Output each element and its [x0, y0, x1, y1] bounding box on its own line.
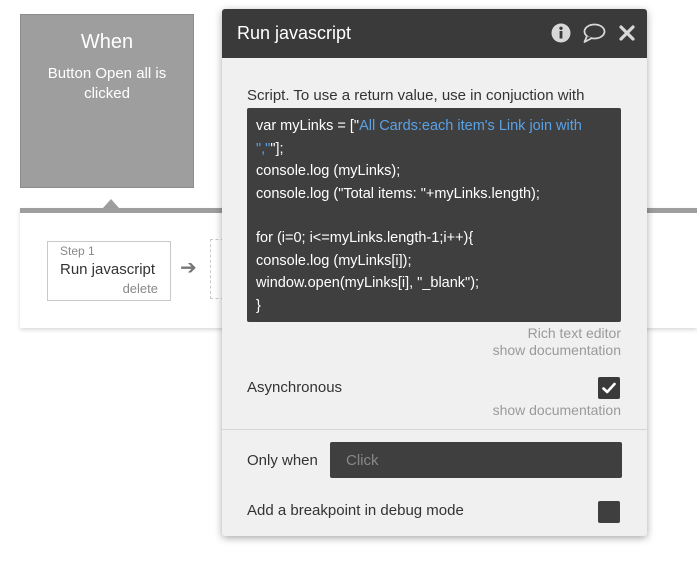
show-documentation-link-async[interactable]: show documentation [493, 402, 621, 418]
event-pointer [103, 199, 119, 208]
code-line-8: } [256, 297, 261, 314]
only-when-label: Only when [247, 452, 318, 469]
step-delete-link[interactable]: delete [123, 281, 158, 296]
asynchronous-label: Asynchronous [247, 379, 343, 396]
code-line-7: window.open(myLinks[i], "_blank"); [256, 275, 480, 291]
comment-icon[interactable] [582, 21, 606, 45]
breakpoint-checkbox[interactable] [598, 501, 620, 523]
close-icon[interactable] [615, 21, 639, 45]
action-editor-popup: Run javascript Script. To use a return v… [222, 9, 647, 536]
code-line-1-suffix: "]; [270, 140, 284, 157]
section-divider [222, 429, 647, 430]
step-name: Run javascript [60, 261, 156, 278]
code-line-6: console.log (myLinks[i]); [256, 252, 412, 269]
asynchronous-checkbox[interactable] [598, 377, 620, 399]
event-description: Button Open all is clicked [47, 65, 167, 102]
rich-text-editor-link[interactable]: Rich text editor [528, 325, 621, 341]
event-title: When [80, 31, 134, 53]
script-editor[interactable]: var myLinks = ["All Cards:each item's Li… [247, 108, 621, 322]
step-number: Step 1 [60, 244, 95, 258]
popup-header: Run javascript [222, 9, 647, 58]
code-line-5: for (i=0; i<=myLinks.length-1;i++){ [256, 230, 474, 246]
code-line-1: var myLinks = ["All Cards:each item's Li… [256, 115, 612, 160]
script-label: Script. To use a return value, use in co… [247, 87, 585, 104]
info-icon[interactable] [549, 21, 573, 45]
arrow-right-icon: ➔ [180, 257, 197, 279]
workflow-step-card[interactable]: Step 1 Run javascript delete [47, 241, 171, 301]
event-when-block[interactable]: When Button Open all is clicked [20, 14, 194, 188]
checkmark-icon [602, 382, 616, 394]
code-line-1-prefix: var myLinks = [" [256, 118, 360, 134]
show-documentation-link-script[interactable]: show documentation [493, 342, 621, 358]
code-line-2: console.log (myLinks); [256, 163, 401, 179]
popup-title: Run javascript [237, 23, 352, 43]
breakpoint-label: Add a breakpoint in debug mode [247, 502, 464, 519]
code-line-3: console.log ("Total items: "+myLinks.len… [256, 185, 540, 202]
only-when-condition-input[interactable]: Click [330, 442, 622, 478]
